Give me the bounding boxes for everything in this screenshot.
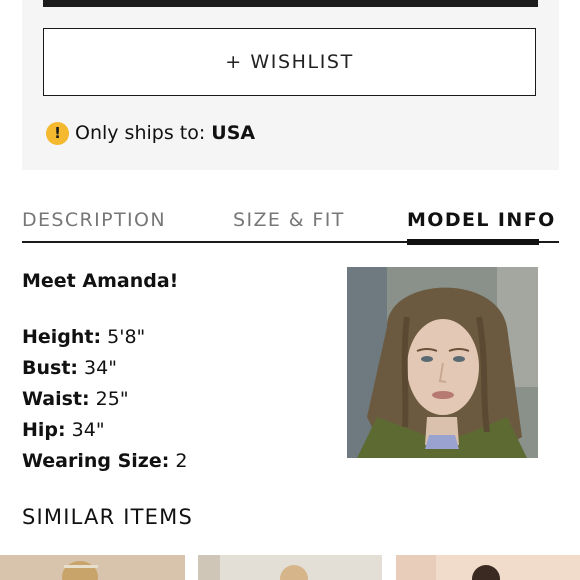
stat-hip: Hip: 34" [22,415,188,446]
warning-icon: ! [46,121,69,145]
stat-value: 25" [95,388,129,410]
stat-bust: Bust: 34" [22,353,188,384]
model-photo [347,267,538,458]
active-tab-indicator [407,239,539,245]
product-detail-page: + WISHLIST ! Only ships to: USA DESCRIPT… [0,0,580,580]
stat-value: 2 [175,450,188,472]
stat-value: 34" [71,419,105,441]
tab-size-fit[interactable]: SIZE & FIT [233,209,345,231]
stat-wearing-size: Wearing Size: 2 [22,446,188,477]
product-tabs: DESCRIPTION SIZE & FIT MODEL INFO [22,205,559,245]
stat-value: 5'8" [107,326,146,348]
tab-description[interactable]: DESCRIPTION [22,209,166,231]
stat-height: Height: 5'8" [22,322,188,353]
similar-item-image [198,555,308,580]
model-stats: Height: 5'8" Bust: 34" Waist: 25" Hip: 3… [22,322,188,477]
similar-item-image [62,561,98,580]
stat-value: 34" [84,357,117,379]
model-portrait-illustration [347,267,538,458]
stat-waist: Waist: 25" [22,384,188,415]
shipping-restriction: ! Only ships to: USA [46,121,255,145]
similar-item-thumbnail[interactable] [0,555,185,580]
similar-item-image [396,555,500,580]
stat-label: Waist: [22,388,90,410]
stat-label: Wearing Size: [22,450,170,472]
stat-label: Hip: [22,419,66,441]
similar-item-thumbnail[interactable] [198,555,382,580]
add-to-bag-button[interactable] [43,0,538,7]
tab-model-info[interactable]: MODEL INFO [407,209,556,231]
similar-items-title: SIMILAR ITEMS [22,505,193,529]
ships-country: USA [211,122,256,144]
stat-label: Height: [22,326,102,348]
wishlist-button[interactable]: + WISHLIST [43,28,536,96]
similar-item-thumbnail[interactable] [396,555,580,580]
stat-label: Bust: [22,357,78,379]
model-intro: Meet Amanda! [22,270,179,292]
ships-label: Only ships to: [75,122,206,144]
